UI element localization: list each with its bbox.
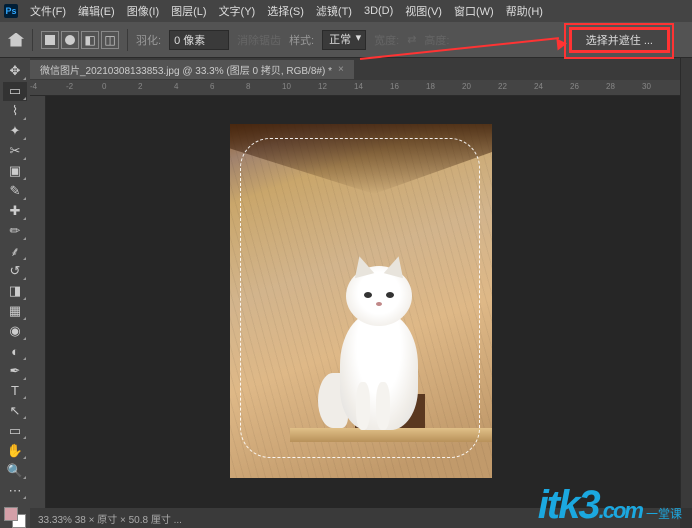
ruler-tick: 14: [354, 82, 363, 91]
cat-eye: [386, 292, 394, 298]
history-brush-tool[interactable]: ↺: [3, 262, 27, 281]
document-tab-title: 微信图片_20210308133853.jpg @ 33.3% (图层 0 拷贝…: [40, 62, 332, 77]
cat-leg: [376, 382, 390, 430]
lasso-tool[interactable]: ⌇: [3, 102, 27, 121]
dodge-tool[interactable]: ◐: [3, 342, 27, 361]
stamp-tool[interactable]: ⸙: [3, 242, 27, 261]
close-tab-icon[interactable]: ×: [338, 64, 344, 75]
subtract-selection-icon[interactable]: ◧: [81, 31, 99, 49]
healing-tool[interactable]: ✚: [3, 202, 27, 221]
cat-eye: [364, 292, 372, 298]
path-tool[interactable]: ↖: [3, 401, 27, 420]
image-shelf: [290, 428, 492, 442]
options-bar: ◧ ◫ 羽化: 消除锯齿 样式: 正常 宽度: ⇄ 高度: 选择并遮住 ...: [0, 22, 692, 58]
ruler-tick: -2: [66, 82, 73, 91]
document-tab[interactable]: 微信图片_20210308133853.jpg @ 33.3% (图层 0 拷贝…: [30, 60, 354, 79]
eraser-tool[interactable]: ◨: [3, 282, 27, 301]
ruler-tick: 12: [318, 82, 327, 91]
feather-input[interactable]: [169, 30, 229, 50]
separator: [127, 29, 128, 51]
document-image: [230, 124, 492, 478]
move-tool[interactable]: ✥: [3, 62, 27, 81]
marquee-tool[interactable]: ▭: [3, 82, 27, 101]
antialias-label: 消除锯齿: [237, 32, 281, 48]
shape-tool[interactable]: ▭: [3, 421, 27, 440]
ruler-tick: 6: [210, 82, 214, 91]
ruler-tick: 20: [462, 82, 471, 91]
height-label: 高度:: [424, 32, 449, 48]
zoom-tool[interactable]: 🔍: [3, 461, 27, 480]
brush-tool[interactable]: ✏: [3, 222, 27, 241]
ruler-tick: 16: [390, 82, 399, 91]
menu-filter[interactable]: 滤镜(T): [310, 3, 358, 19]
ruler-tick: 24: [534, 82, 543, 91]
crop-tool[interactable]: ✂: [3, 142, 27, 161]
menu-edit[interactable]: 编辑(E): [72, 3, 121, 19]
color-swatches[interactable]: [4, 507, 26, 528]
status-bar: 33.33% 38 × 原寸 × 50.8 厘寸 ...: [30, 508, 680, 528]
right-panel-collapsed[interactable]: [680, 58, 692, 508]
ruler-tick: 10: [282, 82, 291, 91]
ruler-tick: 18: [426, 82, 435, 91]
style-select[interactable]: 正常: [322, 30, 366, 50]
cat-leg: [356, 382, 370, 430]
eyedropper-tool[interactable]: ✎: [3, 182, 27, 201]
image-cat: [318, 255, 438, 430]
ruler-tick: -4: [30, 82, 37, 91]
cat-ear: [350, 254, 374, 278]
menu-select[interactable]: 选择(S): [261, 3, 310, 19]
blur-tool[interactable]: ◉: [3, 322, 27, 341]
ruler-tick: 8: [246, 82, 250, 91]
hand-tool[interactable]: ✋: [3, 441, 27, 460]
separator: [32, 29, 33, 51]
style-label: 样式:: [289, 32, 314, 48]
foreground-color[interactable]: [4, 507, 18, 521]
cat-nose: [376, 302, 382, 306]
feather-label: 羽化:: [136, 32, 161, 48]
selection-mode-group: ◧ ◫: [41, 31, 119, 49]
app-logo: Ps: [4, 4, 18, 18]
document-tab-bar: 微信图片_20210308133853.jpg @ 33.3% (图层 0 拷贝…: [0, 58, 692, 80]
gradient-tool[interactable]: ▦: [3, 302, 27, 321]
pen-tool[interactable]: ✒: [3, 362, 27, 381]
ruler-tick: 28: [606, 82, 615, 91]
canvas-workspace[interactable]: [46, 96, 680, 508]
menu-bar: Ps 文件(F) 编辑(E) 图像(I) 图层(L) 文字(Y) 选择(S) 滤…: [0, 0, 692, 22]
ruler-tick: 26: [570, 82, 579, 91]
home-icon[interactable]: [8, 33, 24, 47]
status-text: 33.33% 38 × 原寸 × 50.8 厘寸 ...: [38, 511, 182, 526]
ruler-tick: 22: [498, 82, 507, 91]
menu-image[interactable]: 图像(I): [121, 3, 165, 19]
edit-toolbar[interactable]: ⋯: [3, 481, 27, 500]
magic-wand-tool[interactable]: ✦: [3, 122, 27, 141]
vertical-ruler[interactable]: [30, 96, 46, 508]
frame-tool[interactable]: ▣: [3, 162, 27, 181]
menu-window[interactable]: 窗口(W): [448, 3, 500, 19]
width-label: 宽度:: [374, 32, 399, 48]
menu-help[interactable]: 帮助(H): [500, 3, 549, 19]
select-and-mask-button[interactable]: 选择并遮住 ...: [571, 29, 668, 51]
menu-type[interactable]: 文字(Y): [213, 3, 262, 19]
ruler-tick: 0: [102, 82, 106, 91]
menu-3d[interactable]: 3D(D): [358, 5, 399, 17]
new-selection-icon[interactable]: [41, 31, 59, 49]
link-icon: ⇄: [407, 33, 416, 46]
tool-panel: ✥▭⌇✦✂▣✎✚✏⸙↺◨▦◉◐✒T↖▭✋🔍⋯: [0, 58, 30, 528]
ruler-tick: 2: [138, 82, 142, 91]
horizontal-ruler[interactable]: -4 -2 0 2 4 6 8 10 12 14 16 18 20 22 24 …: [30, 80, 680, 96]
cat-head: [346, 266, 412, 326]
ruler-tick: 4: [174, 82, 178, 91]
type-tool[interactable]: T: [3, 382, 27, 401]
add-selection-icon[interactable]: [61, 31, 79, 49]
ruler-tick: 30: [642, 82, 651, 91]
menu-file[interactable]: 文件(F): [24, 3, 72, 19]
menu-layer[interactable]: 图层(L): [165, 3, 212, 19]
cat-ear: [384, 254, 408, 278]
menu-view[interactable]: 视图(V): [399, 3, 448, 19]
intersect-selection-icon[interactable]: ◫: [101, 31, 119, 49]
